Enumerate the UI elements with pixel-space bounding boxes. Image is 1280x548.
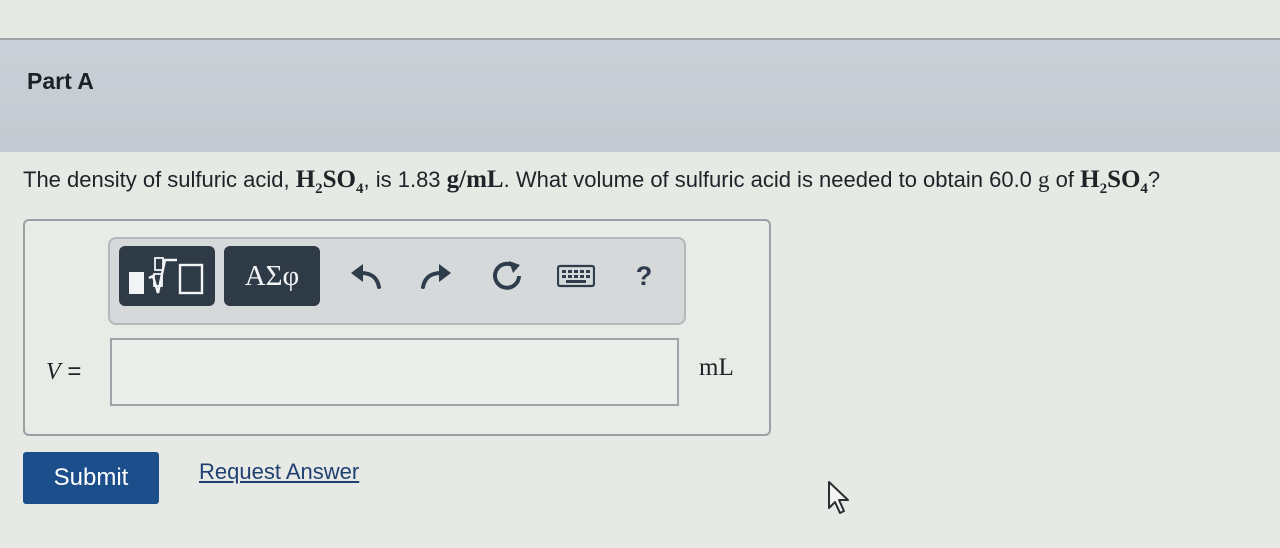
formula-h2so4: H2SO4 <box>295 166 364 197</box>
request-answer-link[interactable]: Request Answer <box>199 459 359 485</box>
formula-h2so4: H2SO4 <box>1080 166 1148 197</box>
question-text-segment: , is 1.83 <box>363 167 447 192</box>
submit-button[interactable]: Submit <box>23 452 159 504</box>
undo-icon <box>351 264 381 289</box>
part-title: Part A <box>27 68 94 94</box>
greek-symbols-button[interactable]: ΑΣφ <box>224 246 320 306</box>
reset-button[interactable] <box>485 254 529 298</box>
templates-button[interactable] <box>119 246 215 306</box>
mouse-pointer-icon <box>828 481 849 514</box>
answer-input[interactable] <box>110 338 679 406</box>
undo-button[interactable] <box>344 254 388 298</box>
question-text-segment: . What volume of sulfuric acid is needed… <box>503 167 1039 192</box>
redo-button[interactable] <box>414 254 458 298</box>
help-button[interactable]: ? <box>622 254 666 298</box>
keyboard-icon <box>557 264 595 288</box>
keyboard-button[interactable] <box>554 254 598 298</box>
redo-icon <box>421 264 451 289</box>
reset-icon <box>493 261 521 290</box>
question-text: The density of sulfuric acid, H2SO4, is … <box>23 166 1263 198</box>
question-text-segment: of <box>1049 167 1081 192</box>
help-icon: ? <box>635 260 653 291</box>
templates-icon <box>129 257 204 295</box>
mass-unit: g <box>1038 167 1050 192</box>
variable-label: V = <box>46 358 82 385</box>
question-text-segment: The density of sulfuric acid, <box>23 167 296 192</box>
density-unit: g/mL <box>446 166 504 193</box>
part-header-band <box>0 40 1280 152</box>
question-text-segment: ? <box>1147 167 1161 192</box>
answer-unit: mL <box>699 354 734 381</box>
